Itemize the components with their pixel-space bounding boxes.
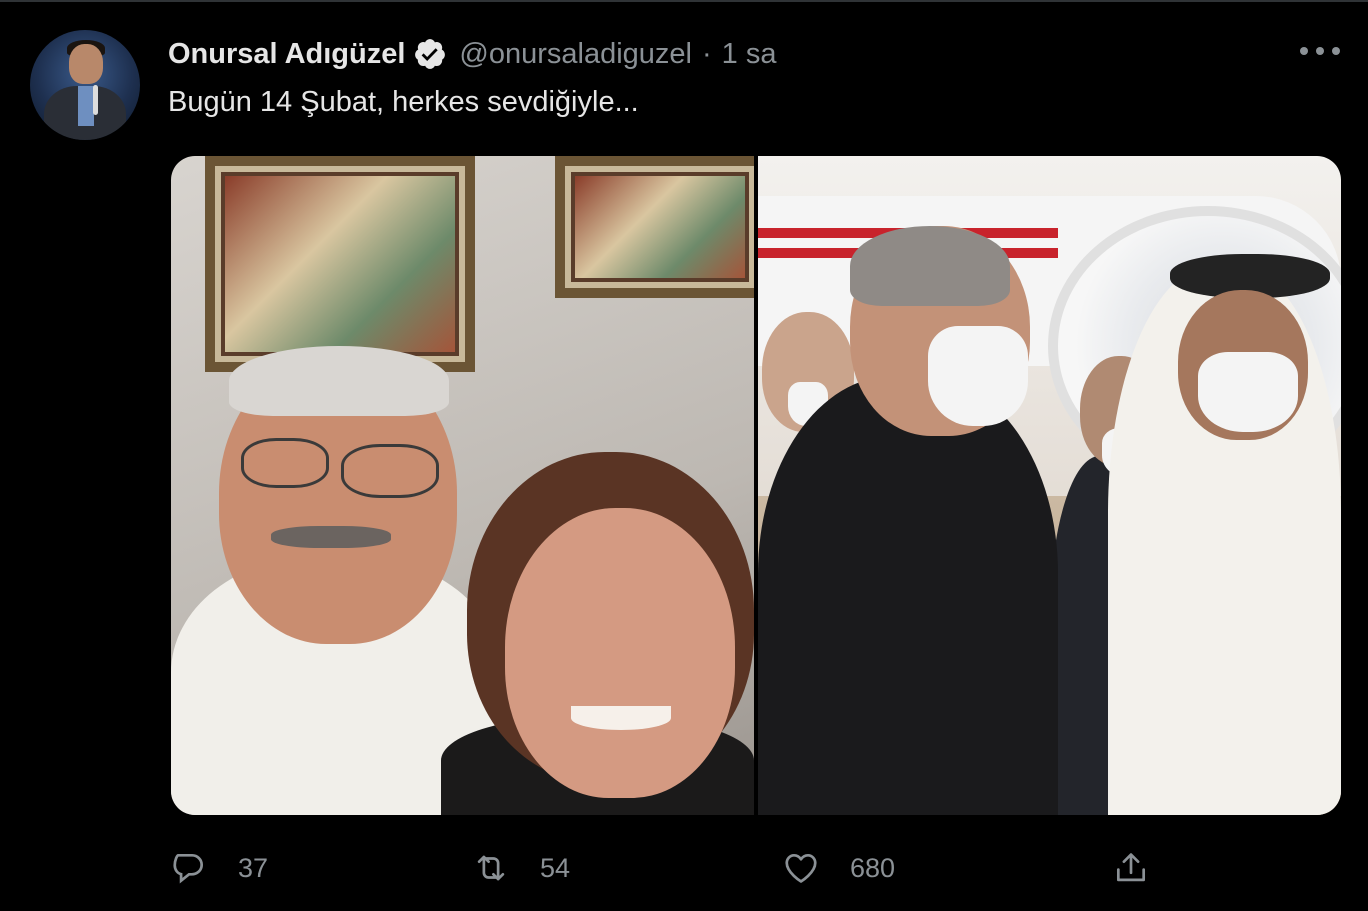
more-options-icon[interactable] xyxy=(1300,36,1340,66)
retweet-button[interactable]: 54 xyxy=(472,840,570,896)
verified-badge-icon xyxy=(415,39,446,69)
media-photo-right[interactable] xyxy=(758,156,1341,815)
retweet-icon xyxy=(477,855,505,881)
like-button[interactable]: 680 xyxy=(782,840,895,896)
tweet-media[interactable] xyxy=(171,156,1341,815)
tweet-actions: 37 54 680 xyxy=(0,840,1368,900)
heart-icon xyxy=(785,853,817,883)
media-photo-left[interactable] xyxy=(171,156,754,815)
wall-painting xyxy=(555,156,754,298)
retweet-count: 54 xyxy=(540,852,571,883)
share-icon xyxy=(1116,853,1146,882)
reply-count: 37 xyxy=(238,852,269,883)
tweet-timestamp[interactable]: 1 sa xyxy=(722,38,777,71)
reply-button[interactable]: 37 xyxy=(170,840,268,896)
share-button[interactable] xyxy=(1112,840,1150,896)
avatar[interactable] xyxy=(30,30,140,140)
tweet[interactable]: Onursal Adıgüzel @onursaladiguzel · 1 sa… xyxy=(0,0,1368,911)
tweet-text: Bugün 14 Şubat, herkes sevdiğiyle... xyxy=(168,86,639,118)
person xyxy=(758,376,1058,815)
wall-painting xyxy=(205,156,475,372)
separator-dot: · xyxy=(702,37,712,70)
reply-icon xyxy=(173,853,204,884)
divider xyxy=(0,0,1368,2)
author-handle[interactable]: @onursaladiguzel xyxy=(459,38,692,71)
author-name[interactable]: Onursal Adıgüzel xyxy=(168,38,405,71)
like-count: 680 xyxy=(850,852,896,883)
tweet-header: Onursal Adıgüzel @onursaladiguzel · 1 sa xyxy=(168,34,777,74)
